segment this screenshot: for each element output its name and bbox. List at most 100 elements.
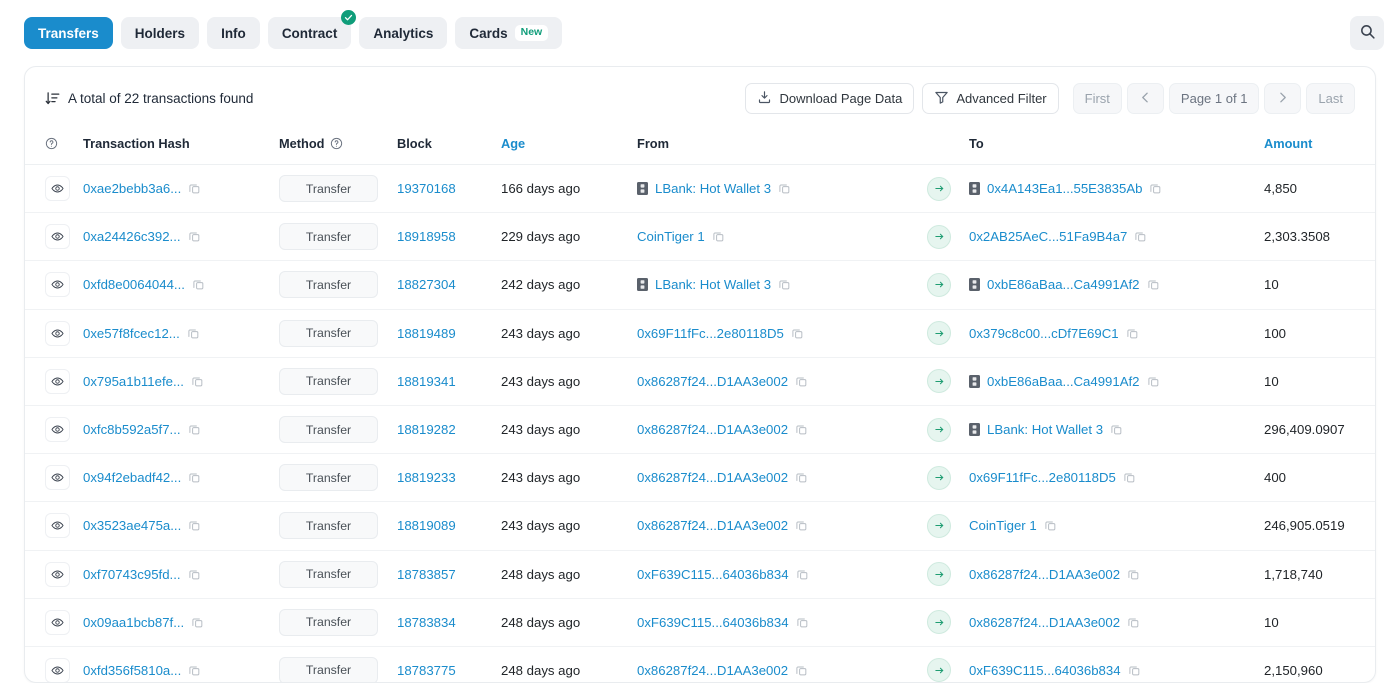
copy-icon[interactable]: [796, 568, 809, 581]
copy-icon[interactable]: [1147, 278, 1160, 291]
from-address-link[interactable]: 0xF639C115...64036b834: [637, 615, 789, 630]
copy-icon[interactable]: [778, 182, 791, 195]
preview-eye-button[interactable]: [45, 465, 70, 491]
copy-icon[interactable]: [1127, 568, 1140, 581]
copy-icon[interactable]: [188, 519, 201, 532]
advanced-filter-button[interactable]: Advanced Filter: [922, 83, 1059, 114]
method-badge[interactable]: Transfer: [279, 175, 378, 203]
help-icon[interactable]: [330, 137, 343, 150]
to-address-link[interactable]: 0xbE86aBaa...Ca4991Af2: [987, 374, 1140, 389]
to-address-link[interactable]: 0x86287f24...D1AA3e002: [969, 567, 1120, 582]
tab-transfers[interactable]: Transfers: [24, 17, 113, 49]
download-page-data-button[interactable]: Download Page Data: [745, 83, 915, 114]
to-address-link[interactable]: 0xbE86aBaa...Ca4991Af2: [987, 277, 1140, 292]
to-address-link[interactable]: 0x69F11fFc...2e80118D5: [969, 470, 1116, 485]
to-address-link[interactable]: 0x379c8c00...cDf7E69C1: [969, 326, 1119, 341]
copy-icon[interactable]: [795, 375, 808, 388]
transaction-hash-link[interactable]: 0x795a1b11efe...: [83, 374, 184, 389]
preview-eye-button[interactable]: [45, 176, 70, 202]
copy-icon[interactable]: [1044, 519, 1057, 532]
method-badge[interactable]: Transfer: [279, 560, 378, 588]
preview-eye-button[interactable]: [45, 561, 70, 587]
preview-eye-button[interactable]: [45, 224, 70, 250]
transaction-hash-link[interactable]: 0xfd356f5810a...: [83, 663, 181, 678]
to-address-link[interactable]: 0xF639C115...64036b834: [969, 663, 1121, 678]
block-link[interactable]: 18819089: [397, 518, 456, 533]
preview-eye-button[interactable]: [45, 272, 70, 298]
help-icon[interactable]: [45, 137, 58, 150]
preview-eye-button[interactable]: [45, 368, 70, 394]
col-header-age[interactable]: Age: [501, 128, 637, 165]
copy-icon[interactable]: [778, 278, 791, 291]
transaction-hash-link[interactable]: 0x3523ae475a...: [83, 518, 181, 533]
transaction-hash-link[interactable]: 0xae2bebb3a6...: [83, 181, 181, 196]
method-badge[interactable]: Transfer: [279, 271, 378, 299]
tab-info[interactable]: Info: [207, 17, 260, 49]
copy-icon[interactable]: [796, 616, 809, 629]
block-link[interactable]: 18783857: [397, 567, 456, 582]
tab-cards[interactable]: Cards New: [455, 17, 563, 49]
copy-icon[interactable]: [188, 568, 201, 581]
page-indicator[interactable]: Page 1 of 1: [1168, 83, 1260, 114]
from-address-link[interactable]: 0x86287f24...D1AA3e002: [637, 374, 788, 389]
tab-holders[interactable]: Holders: [120, 17, 200, 49]
copy-icon[interactable]: [1123, 471, 1136, 484]
copy-icon[interactable]: [712, 230, 725, 243]
copy-icon[interactable]: [795, 664, 808, 677]
copy-icon[interactable]: [192, 278, 205, 291]
from-address-link[interactable]: CoinTiger 1: [637, 229, 705, 244]
copy-icon[interactable]: [795, 471, 808, 484]
block-link[interactable]: 18819282: [397, 422, 456, 437]
to-address-link[interactable]: 0x2AB25AeC...51Fa9B4a7: [969, 229, 1127, 244]
copy-icon[interactable]: [1127, 616, 1140, 629]
copy-icon[interactable]: [1126, 327, 1139, 340]
from-address-link[interactable]: 0x86287f24...D1AA3e002: [637, 470, 788, 485]
preview-eye-button[interactable]: [45, 513, 70, 539]
method-badge[interactable]: Transfer: [279, 464, 378, 492]
copy-icon[interactable]: [188, 230, 201, 243]
last-page-button[interactable]: Last: [1306, 83, 1355, 114]
transaction-hash-link[interactable]: 0xfc8b592a5f7...: [83, 422, 181, 437]
block-link[interactable]: 18819341: [397, 374, 456, 389]
copy-icon[interactable]: [188, 664, 201, 677]
to-address-link[interactable]: 0x86287f24...D1AA3e002: [969, 615, 1120, 630]
preview-eye-button[interactable]: [45, 320, 70, 346]
copy-icon[interactable]: [795, 519, 808, 532]
copy-icon[interactable]: [191, 375, 204, 388]
copy-icon[interactable]: [1147, 375, 1160, 388]
method-badge[interactable]: Transfer: [279, 223, 378, 251]
transaction-hash-link[interactable]: 0xe57f8fcec12...: [83, 326, 180, 341]
block-link[interactable]: 18819233: [397, 470, 456, 485]
search-button[interactable]: [1350, 16, 1384, 50]
block-link[interactable]: 18819489: [397, 326, 456, 341]
block-link[interactable]: 18918958: [397, 229, 456, 244]
from-address-link[interactable]: 0x69F11fFc...2e80118D5: [637, 326, 784, 341]
transaction-hash-link[interactable]: 0xf70743c95fd...: [83, 567, 181, 582]
transaction-hash-link[interactable]: 0x94f2ebadf42...: [83, 470, 181, 485]
prev-page-button[interactable]: [1126, 83, 1164, 114]
copy-icon[interactable]: [1110, 423, 1123, 436]
transaction-hash-link[interactable]: 0xfd8e0064044...: [83, 277, 185, 292]
from-address-link[interactable]: LBank: Hot Wallet 3: [655, 181, 771, 196]
method-badge[interactable]: Transfer: [279, 512, 378, 540]
copy-icon[interactable]: [188, 423, 201, 436]
preview-eye-button[interactable]: [45, 609, 70, 635]
preview-eye-button[interactable]: [45, 657, 70, 682]
tab-contract[interactable]: Contract: [267, 10, 357, 49]
method-badge[interactable]: Transfer: [279, 656, 378, 682]
copy-icon[interactable]: [191, 616, 204, 629]
block-link[interactable]: 19370168: [397, 181, 456, 196]
next-page-button[interactable]: [1264, 83, 1302, 114]
method-badge[interactable]: Transfer: [279, 319, 378, 347]
transaction-hash-link[interactable]: 0xa24426c392...: [83, 229, 181, 244]
col-header-amount[interactable]: Amount: [1264, 128, 1375, 165]
from-address-link[interactable]: LBank: Hot Wallet 3: [655, 277, 771, 292]
first-page-button[interactable]: First: [1072, 83, 1122, 114]
method-badge[interactable]: Transfer: [279, 608, 378, 636]
preview-eye-button[interactable]: [45, 417, 70, 443]
copy-icon[interactable]: [188, 182, 201, 195]
transaction-hash-link[interactable]: 0x09aa1bcb87f...: [83, 615, 184, 630]
from-address-link[interactable]: 0x86287f24...D1AA3e002: [637, 518, 788, 533]
copy-icon[interactable]: [791, 327, 804, 340]
to-address-link[interactable]: LBank: Hot Wallet 3: [987, 422, 1103, 437]
